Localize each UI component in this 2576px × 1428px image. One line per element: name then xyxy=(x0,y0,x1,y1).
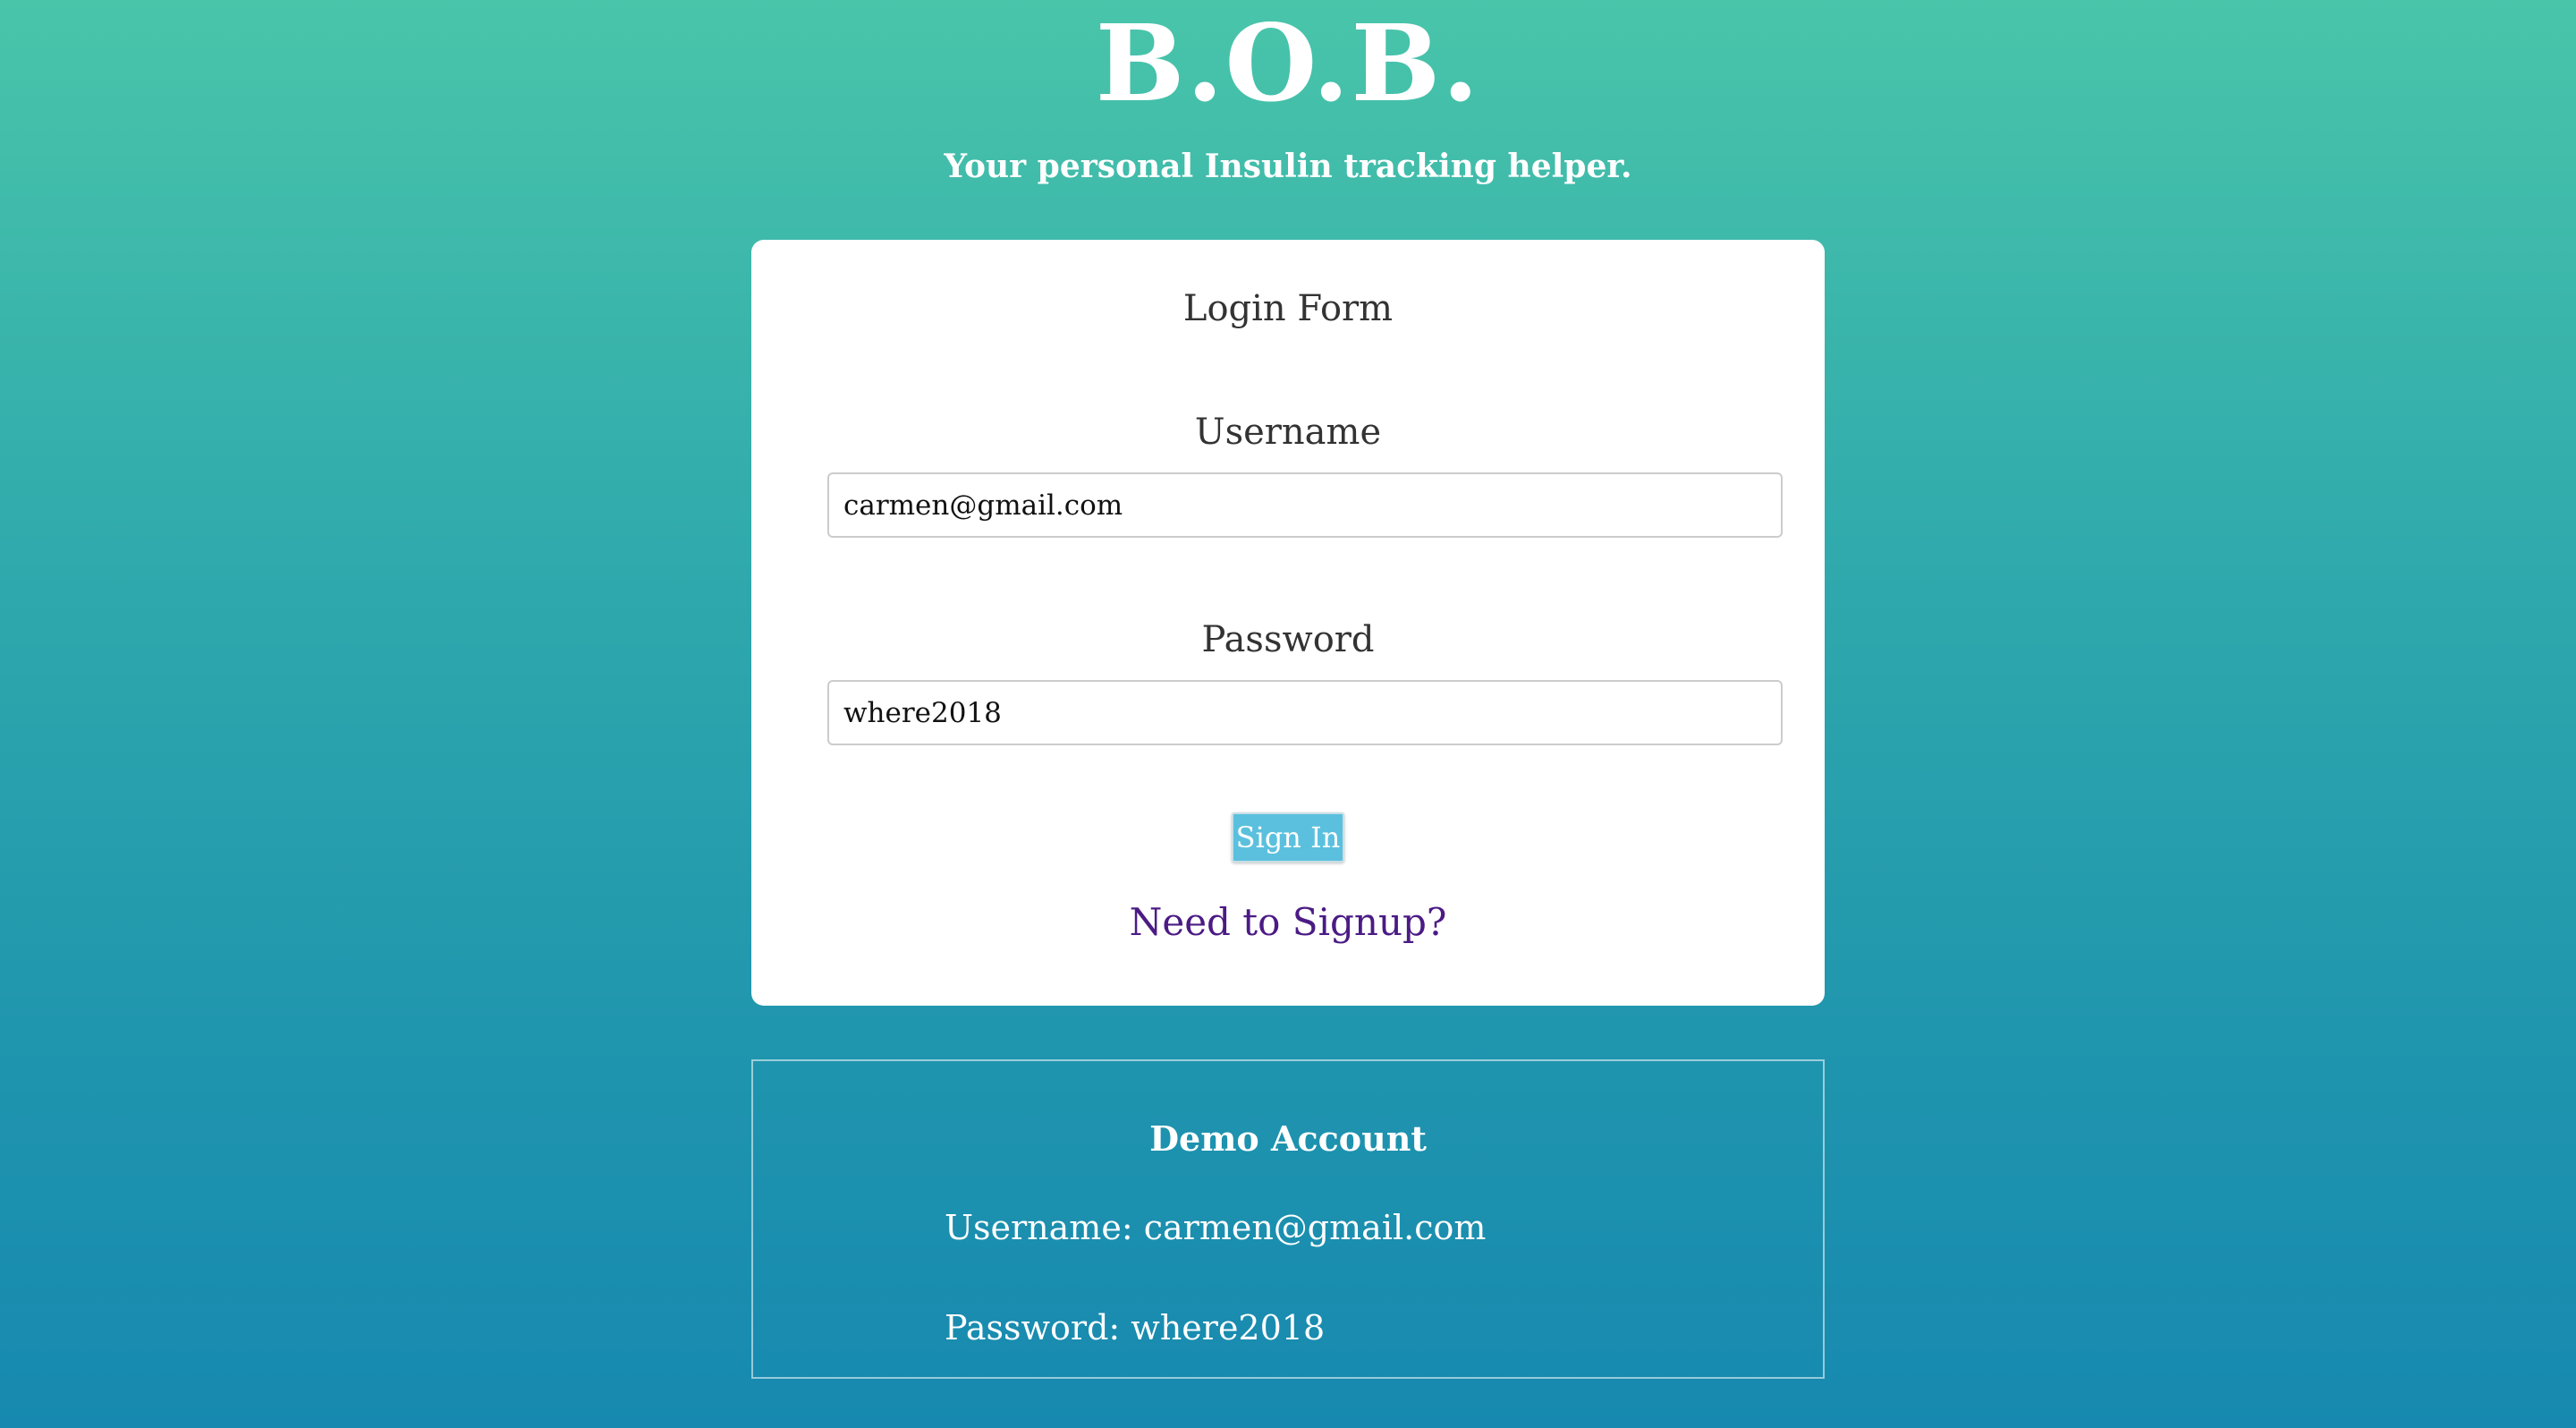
demo-account-title: Demo Account xyxy=(1149,1118,1427,1159)
demo-account-box: Demo Account Username: carmen@gmail.com … xyxy=(751,1059,1825,1379)
password-input[interactable] xyxy=(827,680,1783,745)
signup-link[interactable]: Need to Signup? xyxy=(751,898,1825,947)
page-header: B.O.B. Your personal Insulin tracking he… xyxy=(0,0,2576,186)
username-label: Username xyxy=(1194,412,1382,453)
sign-in-button[interactable]: Sign In xyxy=(1232,812,1344,863)
app-subtitle: Your personal Insulin tracking helper. xyxy=(944,148,1632,185)
login-form-card: Login Form Username Password Sign In Nee… xyxy=(751,240,1825,1006)
demo-password-text: Password: where2018 xyxy=(945,1308,1326,1347)
app-title: B.O.B. xyxy=(1095,1,1481,125)
username-input[interactable] xyxy=(827,472,1783,538)
demo-username-text: Username: carmen@gmail.com xyxy=(945,1208,1487,1247)
login-form-title: Login Form xyxy=(1182,288,1394,329)
password-label: Password xyxy=(1201,619,1375,660)
